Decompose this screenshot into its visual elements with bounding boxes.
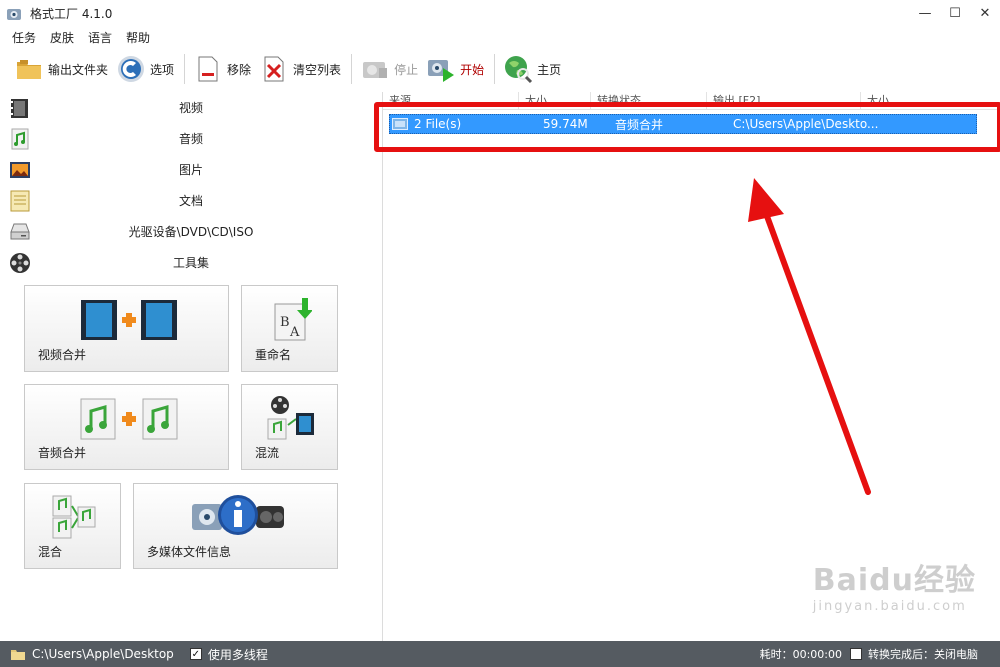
- elapsed-time: 耗时：00:00:00: [759, 648, 842, 661]
- window-title: 格式工厂 4.1.0: [30, 7, 113, 21]
- start-label: 开始: [460, 62, 485, 77]
- mix-icon: [52, 495, 96, 539]
- toolbar: 输出文件夹 选项 移除 清空列表 停止 开始 主页: [0, 48, 1000, 90]
- minimize-button[interactable]: —: [910, 0, 940, 27]
- category-toolset[interactable]: 工具集: [0, 247, 382, 278]
- category-label: 工具集: [172, 256, 209, 270]
- category-audio[interactable]: 音频: [0, 123, 382, 154]
- toolbar-separator: [351, 54, 353, 84]
- audio-merge-tile[interactable]: 音频合并: [24, 384, 229, 470]
- video-merge-tile[interactable]: 视频合并: [24, 285, 229, 372]
- start-icon: [428, 60, 455, 82]
- app-logo-icon: [7, 8, 21, 20]
- output-folder-button[interactable]: 输出文件夹: [14, 51, 108, 87]
- film-reel-icon: [10, 253, 30, 273]
- category-label: 文档: [178, 194, 203, 208]
- clear-list-icon: [264, 56, 284, 82]
- toolbar-separator: [494, 54, 496, 84]
- after-done-label: 转换完成后：关闭电脑: [868, 648, 978, 661]
- mix-label: 混合: [38, 545, 63, 559]
- left-panel: 视频 音频 图片 文档 光驱设备\DVD\CD\ISO 工具集 视频合并 B A…: [0, 92, 382, 641]
- mux-icon: [267, 396, 314, 440]
- home-globe-icon: [505, 56, 533, 84]
- remove-document-icon: [198, 56, 218, 82]
- highlight-box: [374, 102, 1000, 152]
- annotation-arrow-icon: [748, 178, 871, 495]
- home-button[interactable]: 主页: [503, 51, 561, 87]
- category-label: 音频: [178, 132, 203, 146]
- video-merge-icon: [81, 300, 177, 340]
- remove-label: 移除: [227, 62, 252, 77]
- category-document[interactable]: 文档: [0, 185, 382, 216]
- maximize-button[interactable]: ☐: [940, 0, 970, 27]
- output-path: C:\Users\Apple\Desktop: [32, 647, 174, 661]
- folder-icon: [17, 60, 41, 79]
- output-folder-label: 输出文件夹: [48, 62, 109, 77]
- home-label: 主页: [537, 62, 562, 77]
- options-label: 选项: [150, 62, 175, 77]
- menu-language[interactable]: 语言: [88, 29, 112, 46]
- optical-drive-icon: [10, 223, 30, 240]
- watermark-url: jingyan.baidu.com: [812, 599, 967, 614]
- picture-icon: [10, 162, 30, 178]
- video-merge-label: 视频合并: [38, 348, 87, 362]
- folder-icon[interactable]: [10, 647, 26, 661]
- media-info-icon: [192, 495, 284, 535]
- multithread-checkbox[interactable]: ✓: [189, 648, 202, 660]
- video-clapper-icon: [11, 99, 28, 118]
- options-button[interactable]: 选项: [116, 51, 174, 87]
- menu-task[interactable]: 任务: [12, 29, 36, 46]
- rename-tile[interactable]: B A 重命名: [241, 285, 338, 372]
- menu-help[interactable]: 帮助: [126, 29, 150, 46]
- baidu-watermark: Baidu经验 jingyan.baidu.com: [813, 555, 976, 614]
- document-icon: [10, 190, 30, 212]
- rename-icon: B A: [274, 298, 312, 341]
- toolbar-separator: [184, 54, 186, 84]
- category-optical-drive[interactable]: 光驱设备\DVD\CD\ISO: [0, 216, 382, 247]
- svg-text:B: B: [280, 315, 290, 330]
- category-label: 视频: [178, 101, 203, 115]
- category-video[interactable]: 视频: [0, 92, 382, 123]
- multithread-label: 使用多线程: [207, 647, 268, 662]
- status-bar: C:\Users\Apple\Desktop ✓ 使用多线程 耗时：00:00:…: [0, 641, 1000, 667]
- audio-note-icon: [11, 128, 29, 150]
- media-info-tile[interactable]: 多媒体文件信息: [133, 483, 338, 569]
- rename-label: 重命名: [255, 348, 292, 362]
- media-info-label: 多媒体文件信息: [147, 545, 232, 559]
- after-done-checkbox[interactable]: [850, 648, 862, 660]
- stop-button[interactable]: 停止: [360, 51, 418, 87]
- options-gear-icon: [118, 56, 145, 82]
- audio-merge-label: 音频合并: [38, 446, 87, 460]
- svg-text:A: A: [289, 325, 300, 340]
- mix-tile[interactable]: 混合: [24, 483, 121, 569]
- remove-button[interactable]: 移除: [193, 51, 251, 87]
- close-button[interactable]: ✕: [970, 0, 1000, 27]
- start-button[interactable]: 开始: [426, 51, 484, 87]
- menu-skin[interactable]: 皮肤: [50, 29, 74, 46]
- menu-bar: 任务 皮肤 语言 帮助: [0, 27, 164, 47]
- clear-list-label: 清空列表: [293, 62, 342, 77]
- mux-label: 混流: [255, 446, 280, 460]
- watermark-brand: Baidu经验: [812, 563, 976, 598]
- category-picture[interactable]: 图片: [0, 154, 382, 185]
- category-label: 图片: [178, 163, 203, 177]
- stop-icon: [363, 62, 388, 78]
- clear-list-button[interactable]: 清空列表: [259, 51, 341, 87]
- audio-merge-icon: [80, 398, 178, 440]
- mux-tile[interactable]: 混流: [241, 384, 338, 470]
- stop-label: 停止: [394, 62, 419, 77]
- category-label: 光驱设备\DVD\CD\ISO: [128, 225, 254, 239]
- title-bar: 格式工厂 4.1.0 — ☐ ✕: [0, 0, 1000, 27]
